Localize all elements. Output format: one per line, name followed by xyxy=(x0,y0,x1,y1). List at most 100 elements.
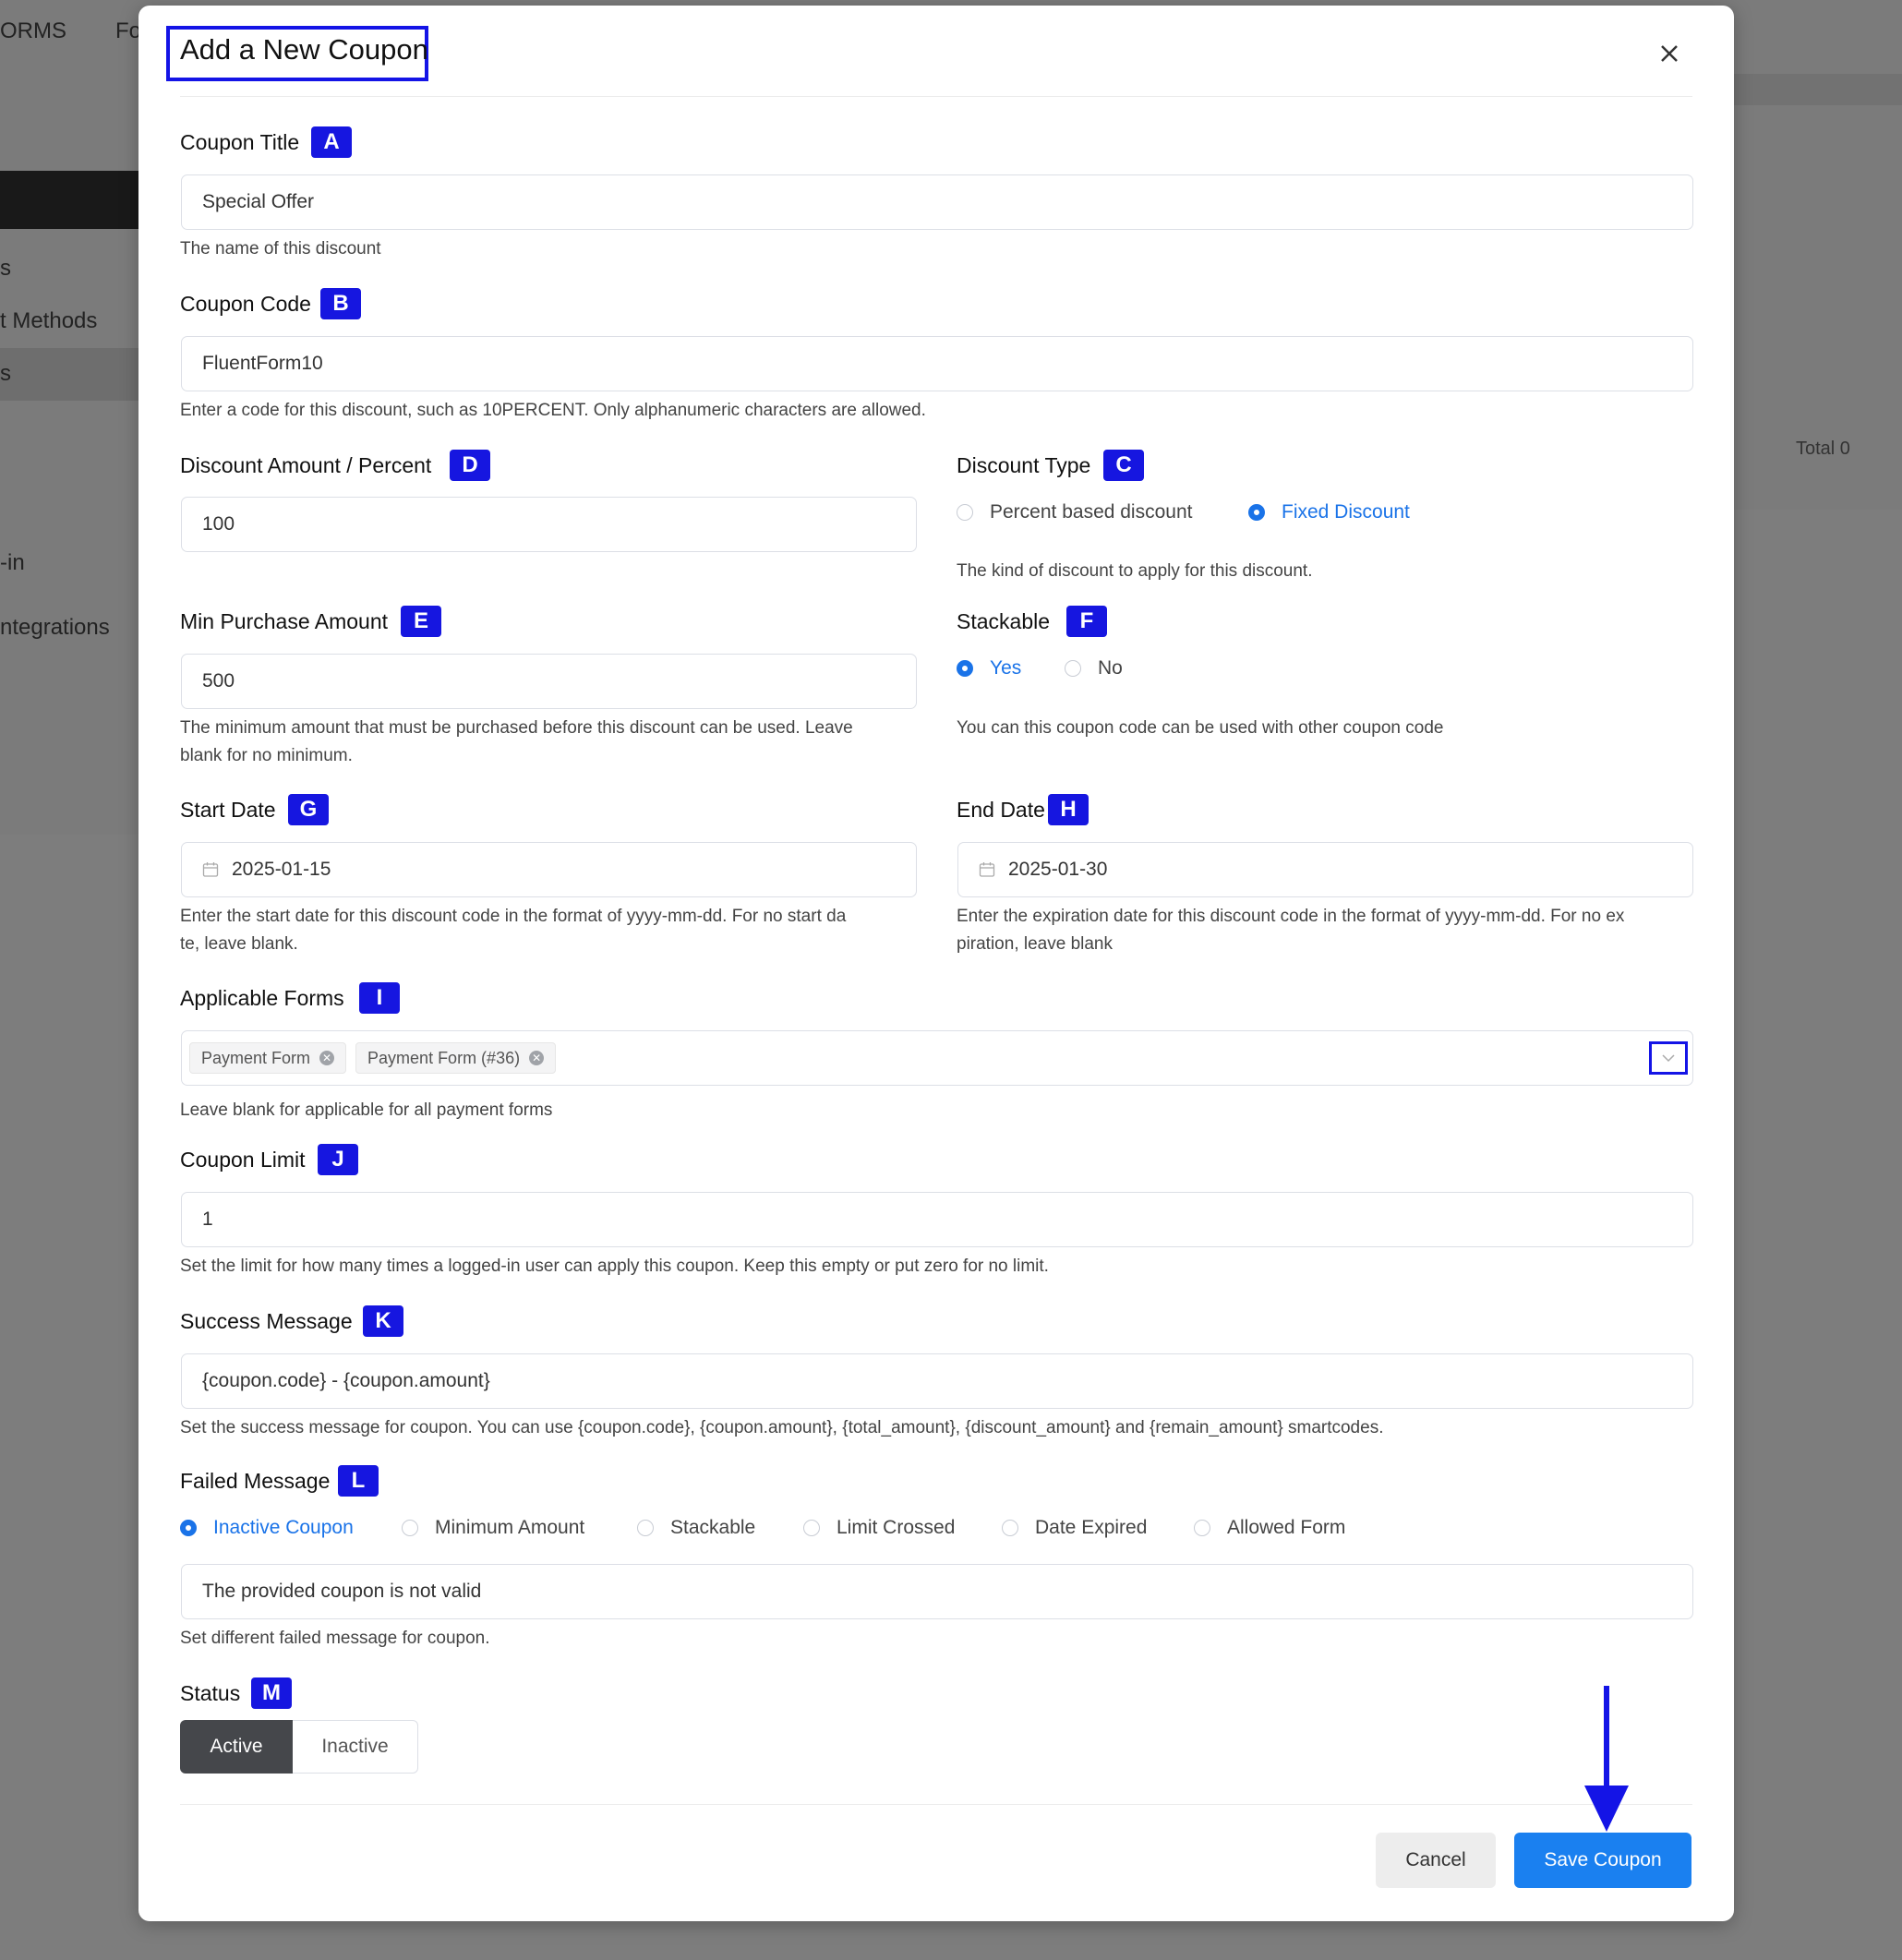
radio-label: No xyxy=(1098,657,1123,679)
discount-amount-label: Discount Amount / Percent xyxy=(180,453,432,477)
success-message-input[interactable] xyxy=(181,1353,1693,1409)
discount-type-label: Discount Type xyxy=(957,453,1091,477)
top-nav-item[interactable]: Fo xyxy=(115,18,141,44)
applicable-forms-select[interactable]: Payment Form ✕ Payment Form (#36) ✕ xyxy=(181,1030,1693,1086)
badge-k: K xyxy=(363,1305,403,1337)
success-message-help: Set the success message for coupon. You … xyxy=(180,1418,1384,1437)
sidebar-item[interactable]: t Methods xyxy=(0,308,97,334)
modal-title: Add a New Coupon xyxy=(180,33,428,66)
failed-message-label: Failed Message xyxy=(180,1469,331,1493)
cancel-button[interactable]: Cancel xyxy=(1376,1833,1496,1888)
background-strip xyxy=(1727,74,1902,105)
status-active-button[interactable]: Active xyxy=(180,1720,293,1774)
applicable-forms-help: Leave blank for applicable for all payme… xyxy=(180,1100,553,1120)
stackable-help: You can this coupon code can be used wit… xyxy=(957,718,1444,738)
radio-date-expired[interactable]: Date Expired xyxy=(1002,1517,1147,1539)
save-coupon-button[interactable]: Save Coupon xyxy=(1514,1833,1691,1888)
badge-m: M xyxy=(251,1677,292,1709)
start-date-help-cont: te, leave blank. xyxy=(180,934,298,954)
start-date-value: 2025-01-15 xyxy=(232,859,331,880)
coupon-title-label: Coupon Title xyxy=(180,130,300,154)
success-message-label: Success Message xyxy=(180,1309,353,1333)
footer-divider xyxy=(180,1804,1692,1805)
radio-inactive-coupon[interactable]: Inactive Coupon xyxy=(180,1517,354,1539)
radio-icon xyxy=(957,504,973,521)
close-icon[interactable] xyxy=(1653,37,1686,70)
coupon-limit-label: Coupon Limit xyxy=(180,1148,306,1172)
failed-message-input[interactable] xyxy=(181,1564,1693,1619)
end-date-help-cont: piration, leave blank xyxy=(957,934,1113,954)
radio-stackable-yes[interactable]: Yes xyxy=(957,657,1021,679)
radio-label: Limit Crossed xyxy=(837,1517,956,1538)
sidebar-item[interactable]: s xyxy=(0,256,11,282)
radio-label: Percent based discount xyxy=(990,501,1193,523)
radio-icon xyxy=(1194,1520,1210,1536)
radio-label: Stackable xyxy=(670,1517,756,1538)
badge-g: G xyxy=(288,794,329,825)
radio-label: Inactive Coupon xyxy=(213,1517,354,1538)
min-purchase-label: Min Purchase Amount xyxy=(180,609,389,633)
top-nav-item[interactable]: ORMS xyxy=(0,18,66,44)
coupon-limit-input[interactable] xyxy=(181,1192,1693,1247)
sidebar-item[interactable]: s xyxy=(0,361,11,387)
radio-limit-crossed[interactable]: Limit Crossed xyxy=(803,1517,955,1539)
remove-tag-icon[interactable]: ✕ xyxy=(529,1051,545,1065)
status-inactive-button[interactable]: Inactive xyxy=(293,1720,418,1774)
remove-tag-icon[interactable]: ✕ xyxy=(319,1051,335,1065)
start-date-picker[interactable]: 2025-01-15 xyxy=(181,842,917,897)
coupon-code-label: Coupon Code xyxy=(180,292,311,316)
calendar-icon xyxy=(979,862,995,877)
header-divider xyxy=(180,96,1692,97)
sidebar-item[interactable]: ntegrations xyxy=(0,615,110,641)
stackable-label: Stackable xyxy=(957,609,1051,633)
end-date-label: End Date xyxy=(957,798,1045,822)
radio-label: Minimum Amount xyxy=(435,1517,585,1538)
badge-i: I xyxy=(359,982,400,1014)
radio-minimum-amount[interactable]: Minimum Amount xyxy=(402,1517,584,1539)
badge-l: L xyxy=(338,1465,379,1497)
badge-a: A xyxy=(311,126,352,158)
coupon-title-help: The name of this discount xyxy=(180,239,381,259)
radio-icon xyxy=(1002,1520,1018,1536)
radio-icon xyxy=(637,1520,654,1536)
form-tag: Payment Form ✕ xyxy=(189,1042,347,1074)
badge-c: C xyxy=(1103,450,1144,481)
end-date-value: 2025-01-30 xyxy=(1008,859,1108,880)
badge-j: J xyxy=(318,1144,358,1175)
badge-d: D xyxy=(450,450,490,481)
radio-icon xyxy=(180,1520,197,1536)
radio-label: Allowed Form xyxy=(1227,1517,1346,1538)
radio-fixed-discount[interactable]: Fixed Discount xyxy=(1248,501,1410,523)
arrow-down-icon xyxy=(1584,1686,1629,1832)
chevron-down-icon[interactable] xyxy=(1649,1041,1688,1075)
calendar-icon xyxy=(202,862,219,877)
coupon-title-input[interactable] xyxy=(181,174,1693,230)
radio-label: Fixed Discount xyxy=(1282,501,1410,523)
radio-icon xyxy=(1065,660,1081,677)
sidebar-item[interactable]: -in xyxy=(0,550,25,576)
failed-message-help: Set different failed message for coupon. xyxy=(180,1629,490,1648)
sidebar-selected-item[interactable] xyxy=(0,348,138,401)
radio-stackable[interactable]: Stackable xyxy=(637,1517,755,1539)
start-date-help: Enter the start date for this discount c… xyxy=(180,907,847,926)
radio-icon xyxy=(957,660,973,677)
radio-percent-discount[interactable]: Percent based discount xyxy=(957,501,1192,523)
badge-f: F xyxy=(1066,606,1107,637)
discount-type-help: The kind of discount to apply for this d… xyxy=(957,561,1313,581)
sidebar-active-item[interactable] xyxy=(0,171,138,229)
radio-label: Date Expired xyxy=(1035,1517,1148,1538)
start-date-label: Start Date xyxy=(180,798,276,822)
chevron-shape xyxy=(1662,1054,1675,1063)
radio-stackable-no[interactable]: No xyxy=(1065,657,1123,679)
radio-icon xyxy=(1248,504,1265,521)
form-tag: Payment Form (#36) ✕ xyxy=(355,1042,557,1074)
radio-allowed-form[interactable]: Allowed Form xyxy=(1194,1517,1345,1539)
discount-amount-input[interactable] xyxy=(181,497,917,552)
add-coupon-modal: Add a New Coupon Coupon Title A The name… xyxy=(138,6,1734,1921)
end-date-help: Enter the expiration date for this disco… xyxy=(957,907,1625,926)
min-purchase-input[interactable] xyxy=(181,654,917,709)
coupon-code-input[interactable] xyxy=(181,336,1693,391)
form-tag-label: Payment Form (#36) xyxy=(367,1048,521,1067)
end-date-picker[interactable]: 2025-01-30 xyxy=(957,842,1693,897)
coupon-code-help: Enter a code for this discount, such as … xyxy=(180,401,926,420)
